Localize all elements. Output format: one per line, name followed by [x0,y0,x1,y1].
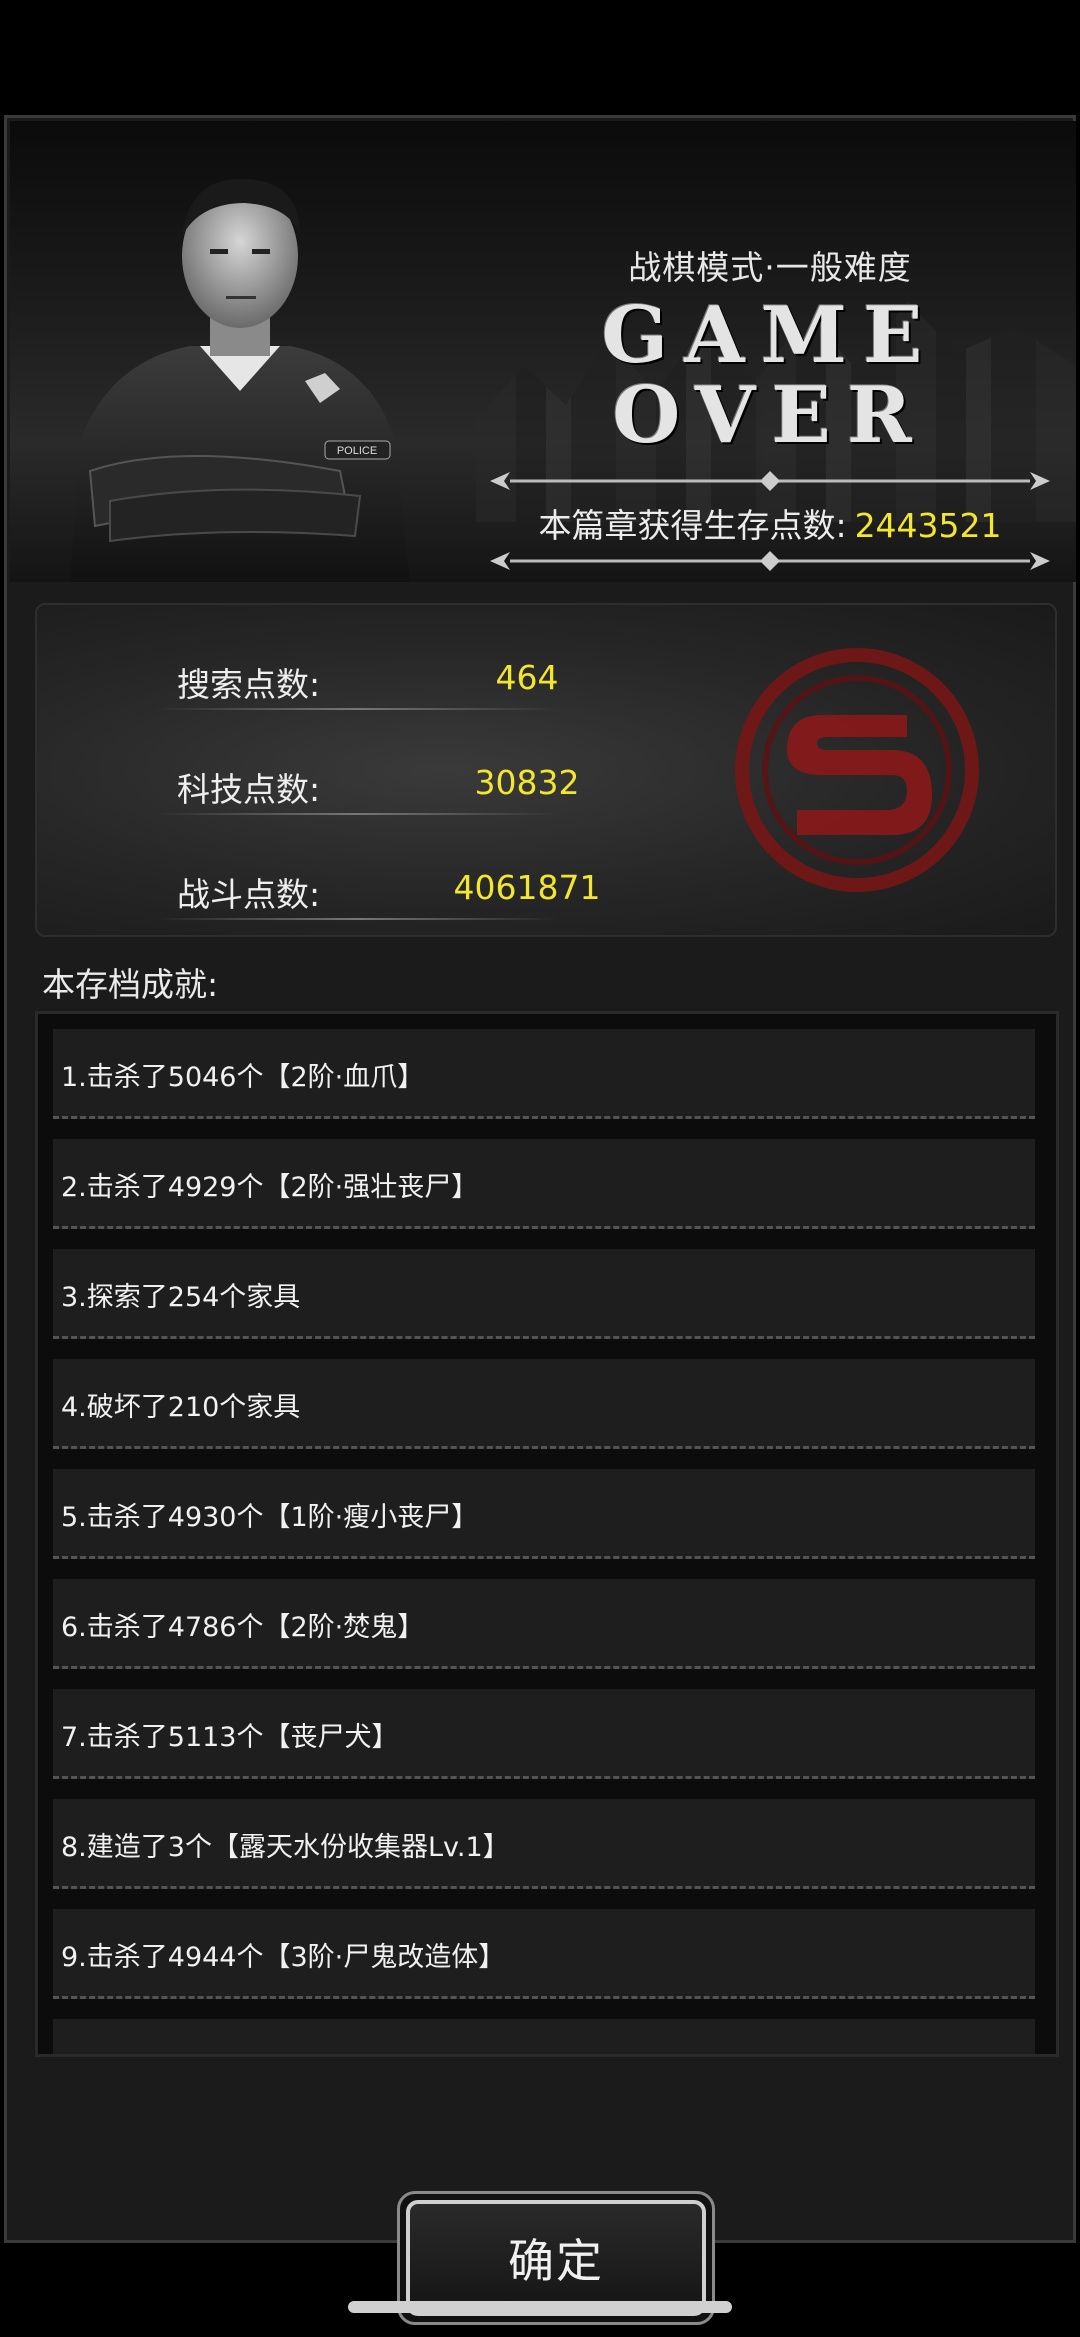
ornament-divider-top [490,471,1050,491]
game-over-title: GAME OVER [490,296,1050,456]
list-item: 1.击杀了5046个【2阶·血爪】 [53,1029,1035,1119]
search-points-label: 搜索点数: [177,665,321,704]
title-line-game: GAME [601,290,939,381]
svg-text:POLICE: POLICE [337,445,377,457]
tech-points-value: 30832 [474,763,580,802]
achievement-text: 1.击杀了5046个【2阶·血爪】 [61,1062,425,1093]
tech-points-row: 科技点数: 30832 [37,755,597,815]
achievements-list[interactable]: 1.击杀了5046个【2阶·血爪】 2.击杀了4929个【2阶·强壮丧尸】 3.… [35,1011,1059,2057]
list-item: 9.击杀了4944个【3阶·尸鬼改造体】 [53,1909,1035,1999]
confirm-button-label: 确定 [406,2200,706,2316]
survival-points-line: 本篇章获得生存点数: 2443521 [490,499,1050,547]
achievement-text: 9.击杀了4944个【3阶·尸鬼改造体】 [61,1942,506,1973]
achievements-heading: 本存档成就: [42,965,219,1004]
achievement-text: 8.建造了3个【露天水份收集器Lv.1】 [61,1832,510,1863]
list-item: 6.击杀了4786个【2阶·焚鬼】 [53,1579,1035,1669]
list-item: 5.击杀了4930个【1阶·瘦小丧尸】 [53,1469,1035,1559]
mode-difficulty-label: 战棋模式·一般难度 [628,248,912,287]
row-divider [157,708,557,710]
search-points-value: 464 [495,658,559,697]
combat-points-label: 战斗点数: [177,875,321,914]
list-item: 3.探索了254个家具 [53,1249,1035,1339]
list-item-partial [53,2019,1035,2054]
points-summary-panel: 搜索点数: 464 科技点数: 30832 战斗点数: 4061871 [35,603,1057,937]
survival-points-value: 2443521 [854,506,1002,545]
list-item: 8.建造了3个【露天水份收集器Lv.1】 [53,1799,1035,1889]
combat-points-value: 4061871 [453,868,601,907]
tech-points-label: 科技点数: [177,770,321,809]
achievement-text: 5.击杀了4930个【1阶·瘦小丧尸】 [61,1502,479,1533]
achievement-text: 4.破坏了210个家具 [61,1392,301,1423]
title-line-over: OVER [612,370,928,461]
achievement-text: 2.击杀了4929个【2阶·强壮丧尸】 [61,1172,479,1203]
achievement-text: 6.击杀了4786个【2阶·焚鬼】 [61,1612,425,1643]
game-over-banner: POLICE 战棋模式·一般难度 GAME OVER 本篇章获得生存点数: 244… [10,121,1076,582]
search-points-row: 搜索点数: 464 [37,650,597,710]
achievement-text: 7.击杀了5113个【丧尸犬】 [61,1722,399,1753]
survival-points-label: 本篇章获得生存点数: [538,506,847,545]
home-indicator[interactable] [348,2301,732,2313]
combat-points-row: 战斗点数: 4061871 [37,860,600,920]
achievement-text: 3.探索了254个家具 [61,1282,301,1313]
list-item: 2.击杀了4929个【2阶·强壮丧尸】 [53,1139,1035,1229]
police-officer-portrait: POLICE [70,178,410,582]
game-over-dialog: POLICE 战棋模式·一般难度 GAME OVER 本篇章获得生存点数: 244… [4,115,1076,2325]
list-item: 4.破坏了210个家具 [53,1359,1035,1449]
list-item: 7.击杀了5113个【丧尸犬】 [53,1689,1035,1779]
ornament-divider-bottom [490,551,1050,571]
s-rank-emblem-icon [735,648,979,892]
row-divider [157,918,557,920]
row-divider [157,813,557,815]
